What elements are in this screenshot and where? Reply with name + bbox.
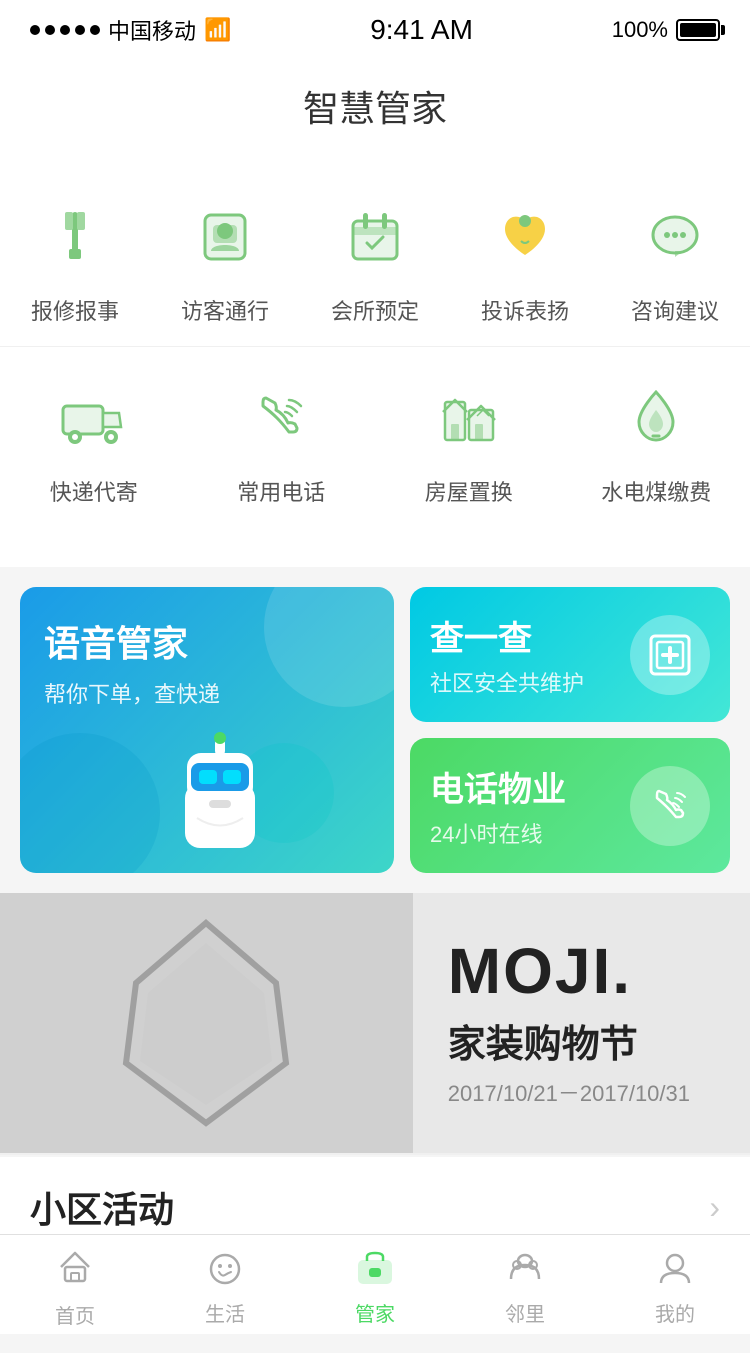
grid-item-praise[interactable]: 投诉表扬 — [450, 176, 600, 336]
house-label: 房屋置换 — [425, 475, 513, 507]
robot-figure — [155, 728, 285, 858]
express-icon — [49, 373, 139, 463]
carrier-label: 中国移动 — [108, 14, 196, 46]
moji-shape — [106, 913, 306, 1133]
grid-item-house[interactable]: 房屋置换 — [375, 357, 563, 517]
utility-icon — [611, 373, 701, 463]
mine-icon — [657, 1251, 693, 1292]
check-icon — [630, 615, 710, 695]
status-bar: 中国移动 📶 9:41 AM 100% — [0, 0, 750, 60]
moji-brand: MOJI. — [448, 939, 690, 1003]
nav-item-home[interactable]: 首页 — [0, 1241, 150, 1329]
property-phone-icon — [630, 766, 710, 846]
express-label: 快递代寄 — [50, 475, 138, 507]
grid-item-utility[interactable]: 水电煤缴费 — [563, 357, 750, 517]
wifi-icon: 📶 — [204, 17, 231, 43]
butler-label: 管家 — [355, 1298, 395, 1327]
page-title: 智慧管家 — [0, 60, 750, 156]
neighbor-label: 邻里 — [505, 1298, 545, 1327]
nav-item-neighbor[interactable]: 邻里 — [450, 1243, 600, 1327]
banner-voice-butler[interactable]: 语音管家 帮你下单，查快递 — [20, 587, 394, 873]
house-icon — [424, 373, 514, 463]
visitor-icon — [180, 192, 270, 282]
utility-label: 水电煤缴费 — [601, 475, 711, 507]
property-title: 电话物业 — [430, 762, 566, 811]
time-label: 9:41 AM — [370, 14, 473, 46]
visitor-label: 访客通行 — [181, 294, 269, 326]
grid-section-row1: 报修报事 访客通行 — [0, 156, 750, 567]
grid-item-phone[interactable]: 常用电话 — [188, 357, 376, 517]
grid-item-visitor[interactable]: 访客通行 — [150, 176, 300, 336]
grid-item-repair[interactable]: 报修报事 — [0, 176, 150, 336]
life-icon — [207, 1251, 243, 1292]
banner-right-section: 查一查 社区安全共维护 电话物业 24小时在线 — [410, 587, 730, 873]
bottom-nav: 首页 生活 管家 — [0, 1234, 750, 1334]
praise-label: 投诉表扬 — [481, 294, 569, 326]
home-icon — [57, 1249, 93, 1294]
phone-label: 常用电话 — [237, 475, 325, 507]
moji-date: 2017/10/21－2017/10/31 — [448, 1076, 690, 1108]
nav-item-butler[interactable]: 管家 — [300, 1243, 450, 1327]
signal-dots — [30, 25, 100, 35]
activity-arrow: › — [709, 1189, 720, 1226]
moji-content: MOJI. 家装购物节 2017/10/21－2017/10/31 — [448, 939, 690, 1108]
repair-label: 报修报事 — [31, 294, 119, 326]
nav-item-mine[interactable]: 我的 — [600, 1243, 750, 1327]
banner-property-phone[interactable]: 电话物业 24小时在线 — [410, 738, 730, 873]
mine-label: 我的 — [655, 1298, 695, 1327]
property-sub: 24小时在线 — [430, 817, 566, 849]
banner-check[interactable]: 查一查 社区安全共维护 — [410, 587, 730, 722]
club-icon — [330, 192, 420, 282]
grid-item-club[interactable]: 会所预定 — [300, 176, 450, 336]
club-label: 会所预定 — [331, 294, 419, 326]
neighbor-icon — [507, 1251, 543, 1292]
consult-icon — [630, 192, 720, 282]
moji-background — [0, 893, 413, 1153]
status-right: 100% — [612, 17, 720, 43]
check-title: 查一查 — [430, 611, 584, 660]
praise-icon — [480, 192, 570, 282]
phone-icon — [236, 373, 326, 463]
moji-banner[interactable]: MOJI. 家装购物节 2017/10/21－2017/10/31 — [0, 893, 750, 1153]
battery-icon — [676, 19, 720, 41]
home-label: 首页 — [55, 1300, 95, 1329]
icon-grid-row2: 快递代寄 常用电话 — [0, 346, 750, 537]
nav-item-life[interactable]: 生活 — [150, 1243, 300, 1327]
banner-section: 语音管家 帮你下单，查快递 — [0, 567, 750, 893]
check-sub: 社区安全共维护 — [430, 666, 584, 698]
activity-title: 小区活动 — [30, 1181, 174, 1233]
moji-subtitle: 家装购物节 — [448, 1013, 690, 1068]
grid-item-express[interactable]: 快递代寄 — [0, 357, 188, 517]
butler-icon — [355, 1251, 395, 1292]
grid-item-consult[interactable]: 咨询建议 — [600, 176, 750, 336]
divider — [0, 1153, 750, 1155]
consult-label: 咨询建议 — [631, 294, 719, 326]
repair-icon — [30, 192, 120, 282]
life-label: 生活 — [205, 1298, 245, 1327]
battery-percent: 100% — [612, 17, 668, 43]
icon-grid-row1: 报修报事 访客通行 — [0, 176, 750, 336]
status-left: 中国移动 📶 — [30, 14, 231, 46]
